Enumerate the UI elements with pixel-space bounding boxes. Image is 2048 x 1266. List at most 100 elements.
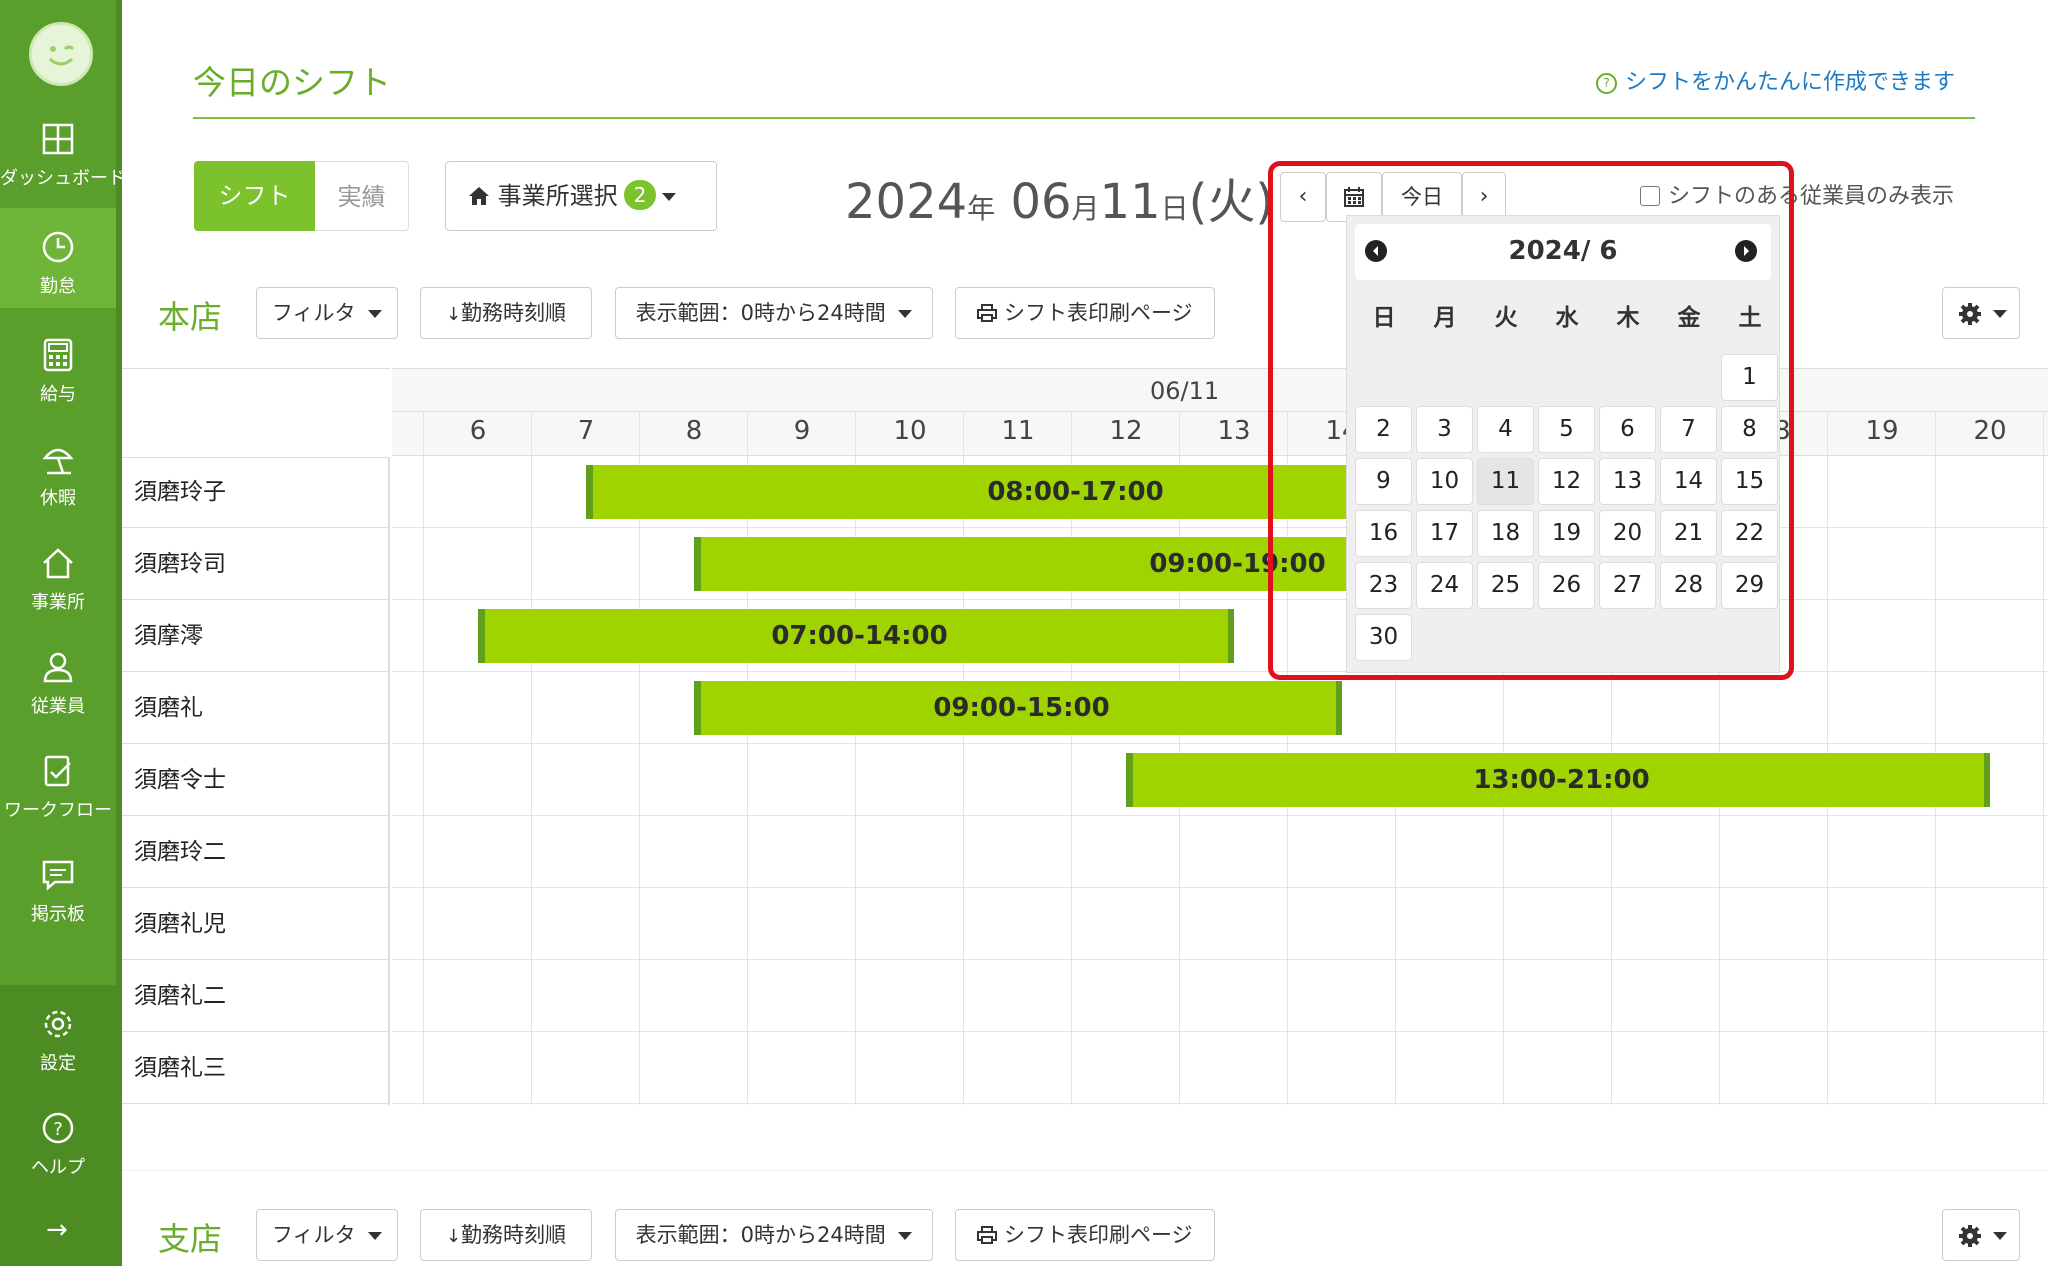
nav-workflow[interactable]: ワークフロー (0, 732, 116, 832)
sidebar: ダッシュボード 勤怠 給与 休暇 事業所 従業員 ワークフロー 掲示板 設定 ?… (0, 0, 126, 1266)
settings-dropdown-button[interactable] (1942, 1209, 2020, 1261)
employee-name[interactable]: 須磨玲司 (122, 528, 388, 600)
help-link[interactable]: ? シフトをかんたんに作成できます (1596, 64, 1955, 96)
filter-label: フィルタ (271, 1223, 356, 1247)
nav-label: 従業員 (31, 696, 85, 717)
hour-label: 6 (469, 416, 487, 446)
display-range-dropdown[interactable]: 表示範囲：0時から24時間 (615, 1209, 933, 1261)
range-label: 表示範囲：0時から24時間 (635, 1223, 886, 1247)
hour-label: 9 (793, 416, 811, 446)
gear-icon (1959, 1225, 1981, 1247)
dashboard-icon (42, 123, 74, 155)
nav-board[interactable]: 掲示板 (0, 836, 116, 936)
shift-bar[interactable]: 07:00-14:00 (478, 609, 1234, 663)
person-icon (43, 652, 73, 683)
caret-down-icon (898, 1232, 913, 1240)
shift-bar-label: 07:00-14:00 (771, 621, 948, 651)
hour-label: 12 (1109, 416, 1143, 446)
employee-name[interactable]: 須磨礼 (122, 672, 388, 744)
settings-dropdown-button[interactable] (1942, 287, 2020, 339)
sort-label: 勤務時刻順 (461, 301, 567, 325)
hour-label: 19 (1865, 416, 1899, 446)
smiley-logo-icon[interactable] (29, 22, 93, 86)
printer-icon (977, 304, 998, 322)
print-shift-button[interactable]: シフト表印刷ページ (955, 1209, 1215, 1261)
nav-help[interactable]: ? ヘルプ (0, 1089, 116, 1189)
grid-hline (392, 815, 2048, 816)
shift-bar-end (1336, 681, 1342, 735)
nav-settings[interactable]: 設定 (0, 985, 116, 1085)
sort-by-time-button[interactable]: ↓勤務時刻順 (420, 1209, 592, 1261)
employee-column-header (122, 368, 390, 458)
timeline-date-header: 06/11 (392, 368, 2048, 412)
help-link-label: シフトをかんたんに作成できます (1625, 70, 1956, 95)
date-day-suffix: 日 (1160, 192, 1189, 225)
gear-icon (1959, 303, 1981, 325)
grid-vline (2043, 412, 2044, 1105)
shift-bar[interactable]: 13:00-21:00 (1126, 753, 1990, 807)
sort-by-time-button[interactable]: ↓勤務時刻順 (420, 287, 592, 339)
employee-name[interactable]: 須磨玲二 (122, 816, 388, 888)
caret-down-icon (1993, 1232, 2007, 1240)
caret-down-icon (662, 193, 677, 201)
shift-bar-label: 09:00-15:00 (933, 693, 1110, 723)
tab-shift[interactable]: シフト (194, 161, 315, 231)
grid-hline (392, 527, 2048, 528)
nav-label: 掲示板 (31, 904, 85, 925)
filter-button[interactable]: フィルタ (256, 287, 398, 339)
nav-label: 事業所 (31, 592, 85, 613)
nav-vacation[interactable]: 休暇 (0, 420, 116, 520)
hour-label: 20 (1973, 416, 2007, 446)
employee-column: 須磨玲子 須磨玲司 須摩澪 須磨礼 須磨令士 須磨玲二 須磨礼児 須磨礼二 須磨礼三 (122, 368, 390, 1105)
office-select-dropdown[interactable]: 事業所選択 2 (445, 161, 717, 231)
home-icon (43, 548, 73, 579)
nav-attendance[interactable]: 勤怠 (0, 208, 116, 308)
checklist-icon (44, 755, 71, 787)
timeline-hour-header: 67891011121314151617181920 (392, 412, 2048, 456)
expand-arrow-icon[interactable]: → (46, 1215, 68, 1245)
nav-employees[interactable]: 従業員 (0, 628, 116, 728)
date-weekday: (火) (1188, 174, 1275, 230)
nav-office[interactable]: 事業所 (0, 524, 116, 624)
clock-icon (42, 231, 74, 263)
employee-name[interactable]: 須摩澪 (122, 600, 388, 672)
store-name: 本店 (158, 298, 223, 336)
grid-hline (392, 959, 2048, 960)
highlight-box (1268, 161, 1794, 680)
hour-label: 10 (893, 416, 927, 446)
home-icon (469, 187, 489, 205)
store-name: 支店 (158, 1220, 223, 1258)
hour-label: 11 (1001, 416, 1035, 446)
display-range-dropdown[interactable]: 表示範囲：0時から24時間 (615, 287, 933, 339)
employee-name[interactable]: 須磨玲子 (122, 456, 388, 528)
message-icon (42, 860, 74, 891)
nav-label: ワークフロー (4, 800, 112, 821)
caret-down-icon (368, 1232, 383, 1240)
employee-name[interactable]: 須磨礼児 (122, 888, 388, 960)
grid-hline (392, 671, 2048, 672)
filter-button[interactable]: フィルタ (256, 1209, 398, 1261)
grid-hline (392, 1031, 2048, 1032)
date-day: 11 (1099, 174, 1161, 230)
office-select-label: 事業所選択 (497, 182, 618, 210)
nav-label: 勤怠 (40, 276, 76, 297)
employee-name[interactable]: 須磨礼三 (122, 1032, 388, 1104)
calculator-icon (43, 338, 73, 372)
nav-payroll[interactable]: 給与 (0, 316, 116, 416)
employee-name[interactable]: 須磨令士 (122, 744, 388, 816)
date-month-suffix: 月 (1071, 192, 1100, 225)
timeline-date: 06/11 (1150, 377, 1220, 405)
employee-name[interactable]: 須磨礼二 (122, 960, 388, 1032)
page-title: 今日のシフト (193, 63, 391, 102)
hour-label: 7 (577, 416, 595, 446)
shift-bar-end (1984, 753, 1990, 807)
grid-hline (392, 743, 2048, 744)
print-shift-button[interactable]: シフト表印刷ページ (955, 287, 1215, 339)
nav-dashboard[interactable]: ダッシュボード (0, 100, 126, 200)
date-year-suffix: 年 (967, 192, 996, 225)
shift-bar[interactable]: 09:00-15:00 (694, 681, 1342, 735)
filter-label: フィルタ (271, 301, 356, 325)
print-label: シフト表印刷ページ (1004, 1223, 1193, 1247)
tab-actual[interactable]: 実績 (315, 161, 409, 231)
nav-label: 設定 (40, 1053, 76, 1074)
